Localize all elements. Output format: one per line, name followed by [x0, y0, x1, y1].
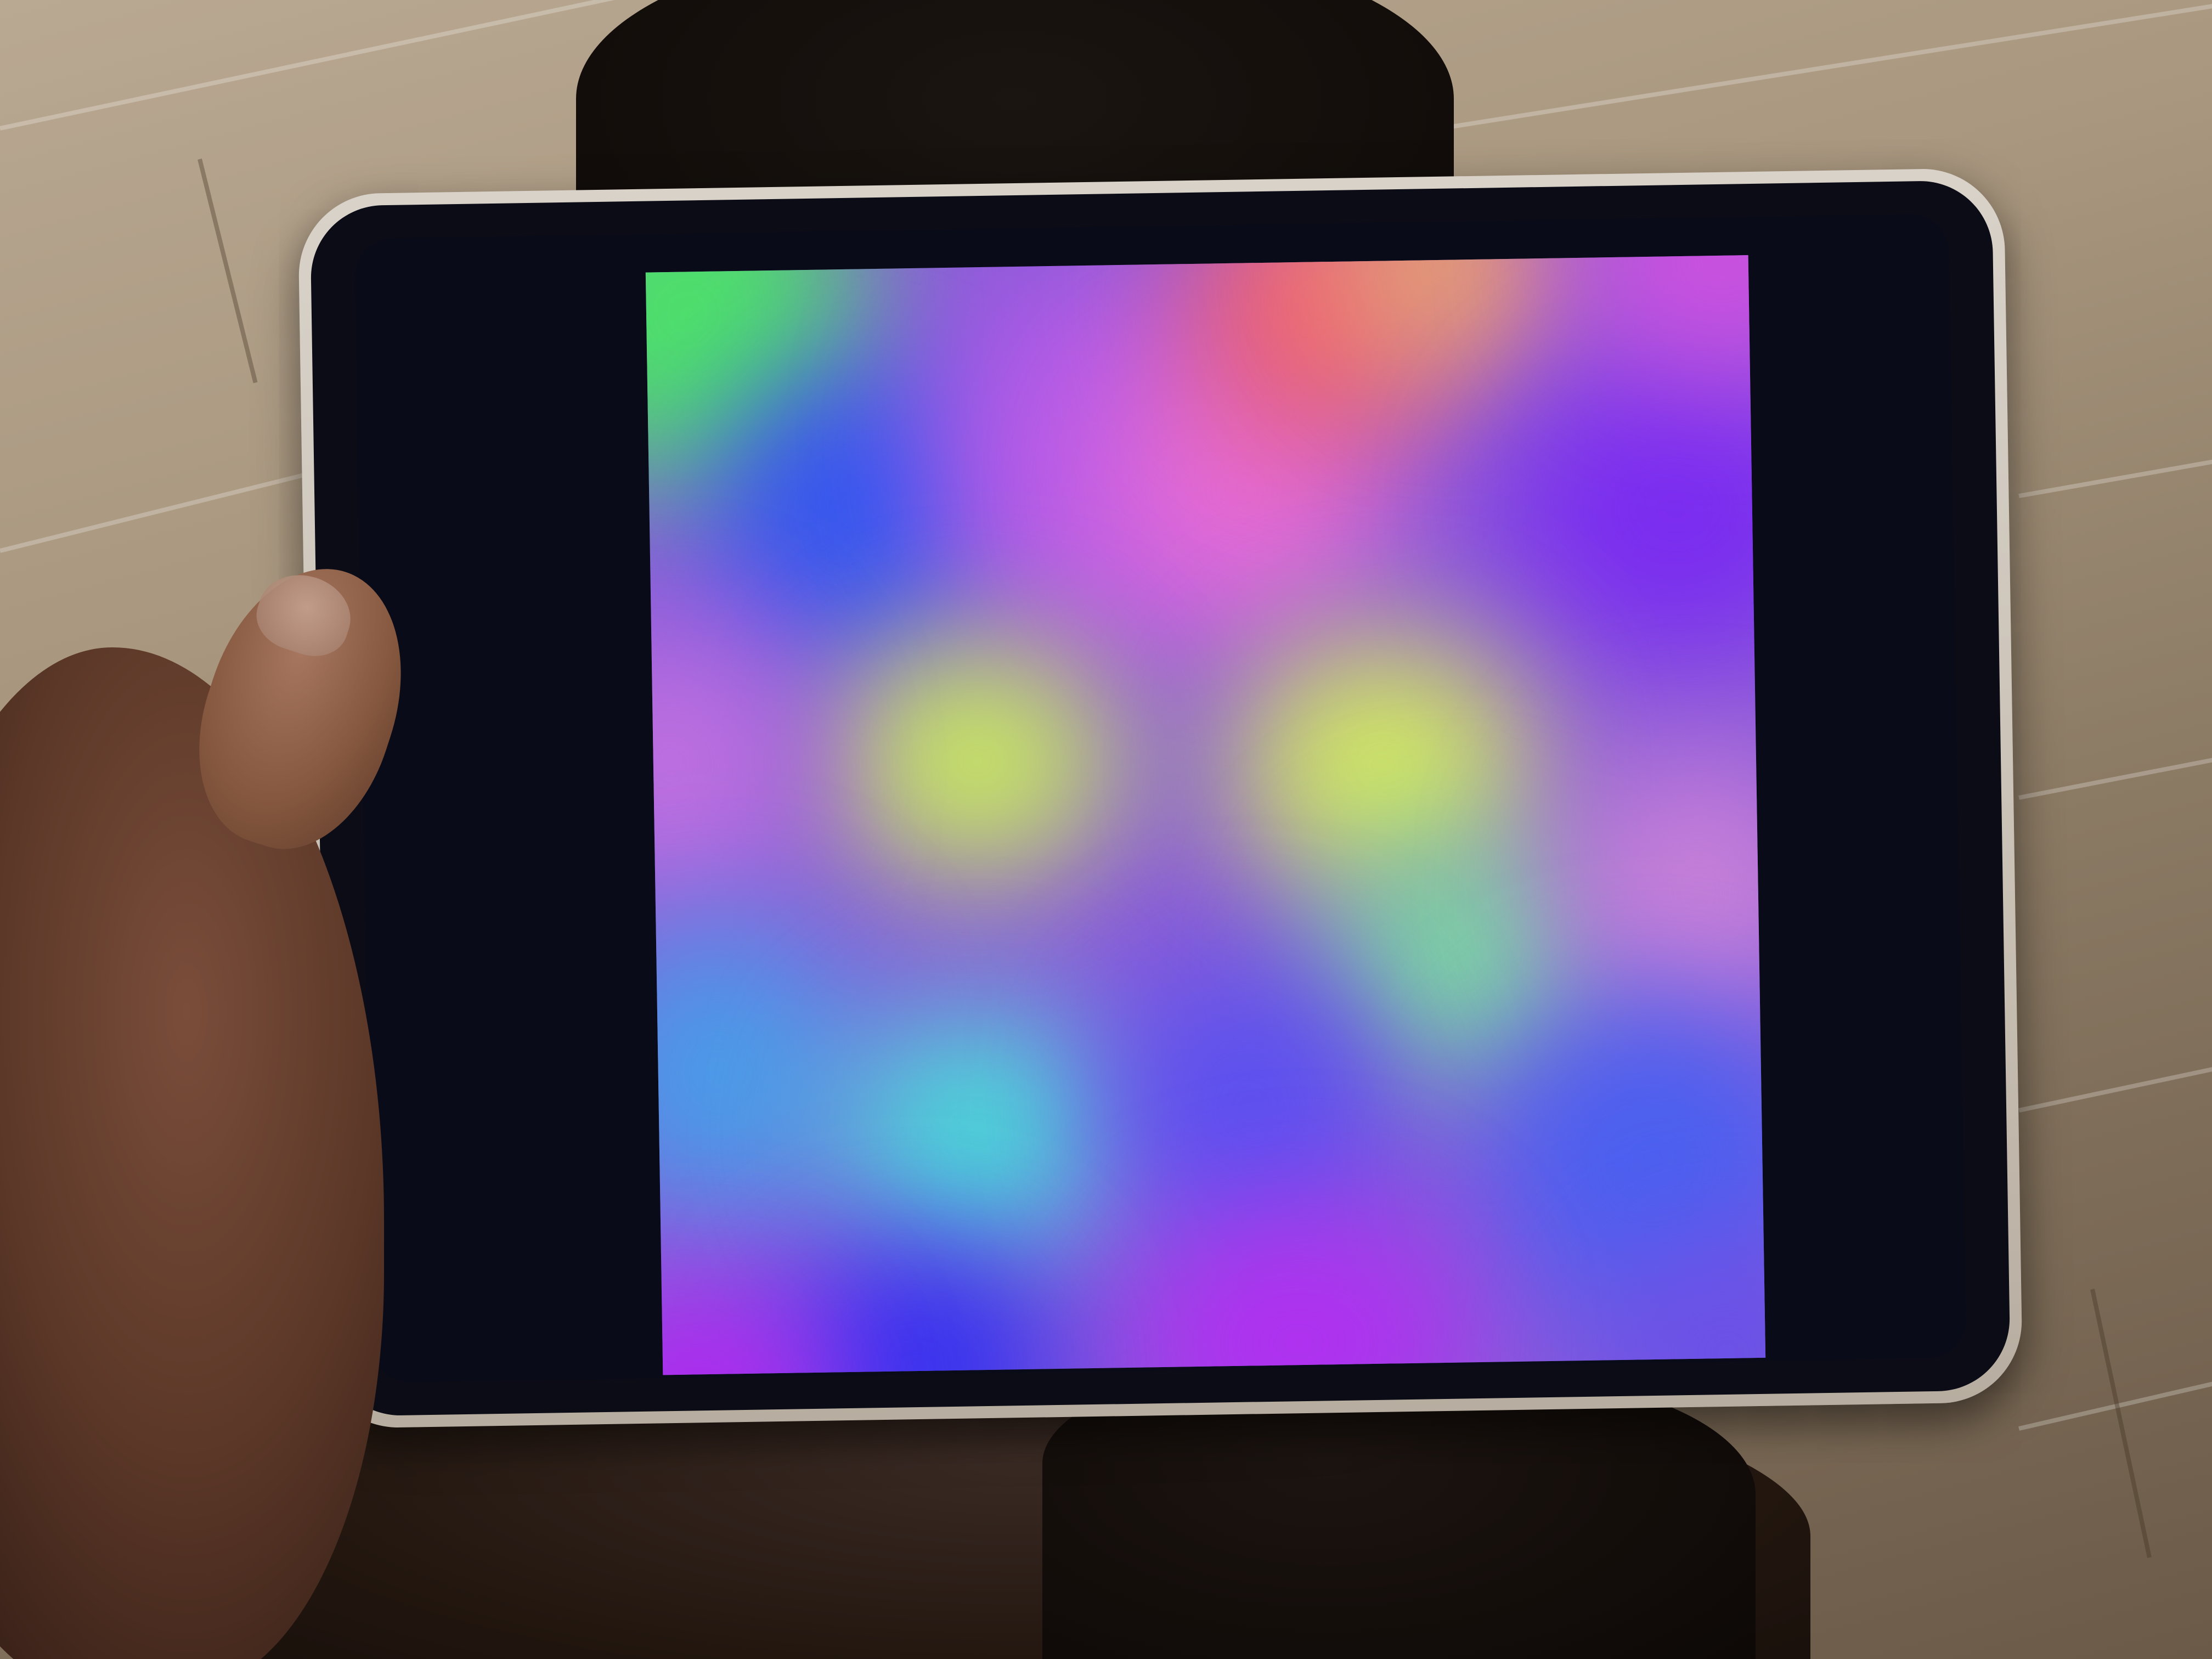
- tablet-device: [297, 167, 2023, 1429]
- tablet-bezel: [309, 180, 2011, 1417]
- magenta-edge-blob: [1576, 255, 1766, 379]
- cyan-blob: [832, 1006, 1122, 1263]
- purple-blob: [1503, 352, 1766, 665]
- tablet-display: [354, 213, 1967, 1383]
- lime-blob: [832, 638, 1122, 884]
- photo-scene: [0, 0, 2212, 1659]
- sky-blob: [645, 916, 864, 1228]
- lilac-left-blob: [645, 627, 798, 905]
- gradient-canvas[interactable]: [645, 255, 1766, 1375]
